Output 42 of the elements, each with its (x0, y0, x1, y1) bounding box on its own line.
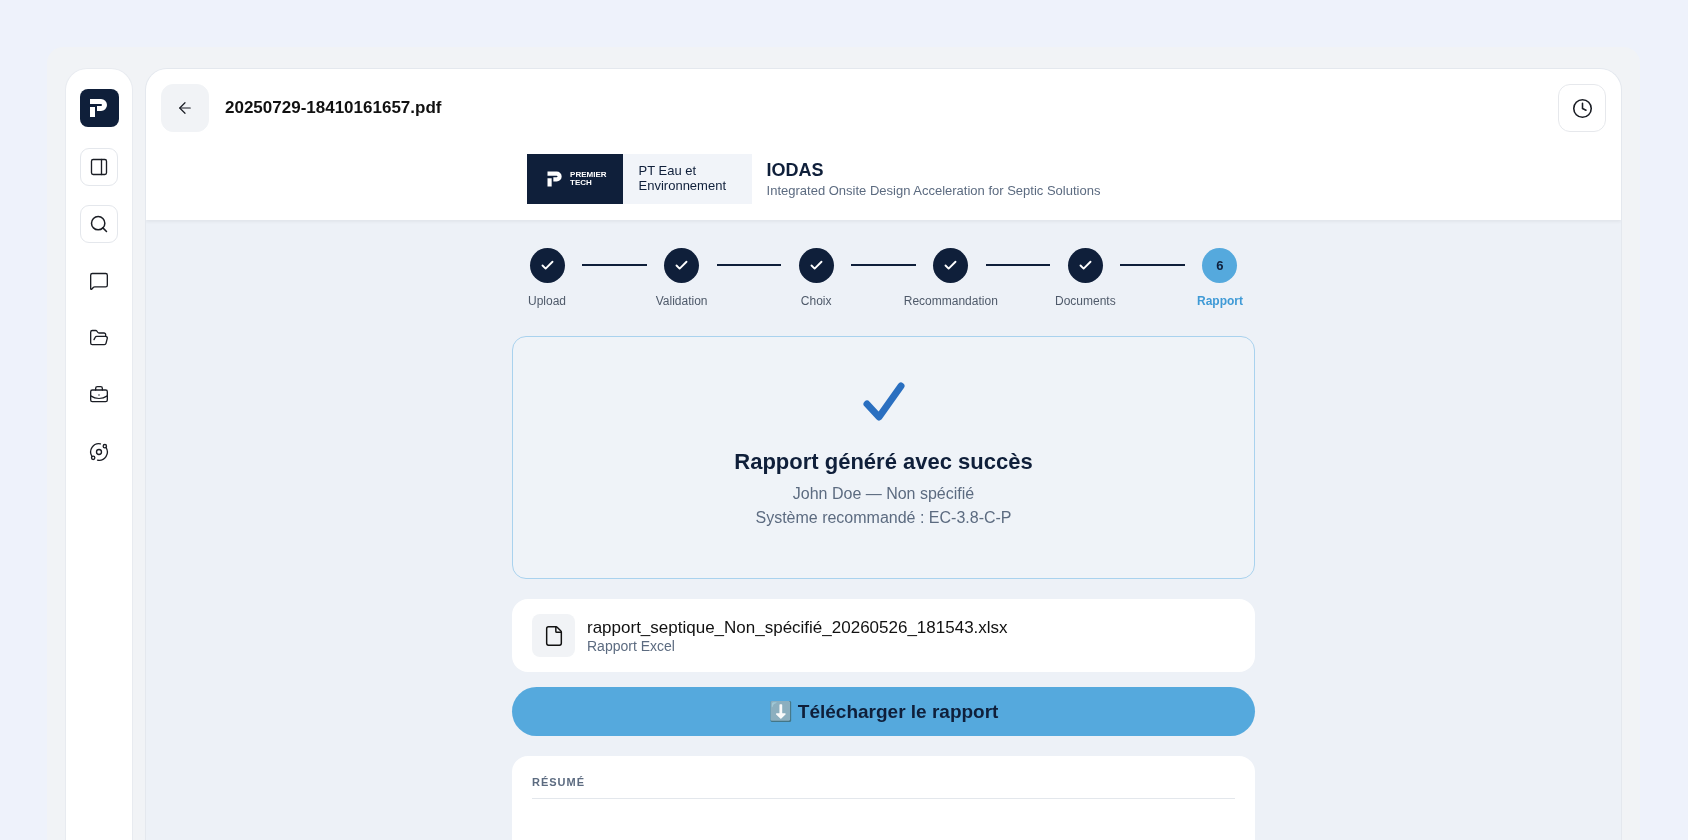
check-icon (539, 258, 555, 273)
company-logo: PREMIER TECH (526, 154, 623, 204)
summary-heading: RÉSUMÉ (532, 776, 1235, 799)
search-button[interactable] (80, 205, 118, 243)
panel-button[interactable] (80, 148, 118, 186)
history-button[interactable] (1558, 84, 1606, 132)
success-title: Rapport généré avec succès (734, 449, 1033, 475)
check-icon (1077, 258, 1093, 273)
step-label: Upload (528, 294, 566, 308)
file-type: Rapport Excel (587, 637, 676, 654)
step-connector (851, 264, 916, 266)
check-icon (674, 258, 690, 273)
step-label: Validation (655, 294, 708, 308)
step-connector (582, 264, 647, 266)
file-title: 20250729-18410161657.pdf (225, 98, 443, 118)
download-button[interactable]: ⬇ Télécharger le rapport (512, 687, 1255, 736)
system-text: Système recommandé : EC-3.8-C-P (755, 509, 1012, 527)
step-label: Choix (800, 294, 832, 308)
search-icon (89, 214, 109, 234)
clock-icon (1571, 97, 1593, 119)
file-icon (532, 614, 575, 657)
client-text: John Doe — Non spécifié (792, 485, 975, 503)
check-icon (808, 258, 824, 273)
step-connector (716, 264, 782, 266)
step-circle: 6 (1202, 248, 1238, 283)
checkmark-icon (861, 381, 906, 423)
briefcase-icon (89, 385, 109, 405)
step-connector (985, 264, 1051, 266)
step-label: Rapport (1196, 294, 1243, 308)
orbit-icon (89, 442, 109, 462)
division-label: PT Eau et Environnement (622, 154, 752, 204)
step-label: Documents (1055, 294, 1116, 308)
app-logo (79, 89, 119, 127)
file-name: rapport_septique_Non_spécifié_20260526_181543.xlsx (587, 617, 1008, 638)
step-label: Recommandation (903, 294, 998, 308)
folder-icon (89, 328, 109, 348)
step-connector (1120, 264, 1185, 266)
panel-icon (89, 157, 109, 177)
check-icon (943, 258, 959, 273)
chat-icon (89, 271, 109, 291)
app-subtitle: Integrated Onsite Design Acceleration for Septic Solutions (766, 183, 1101, 198)
app-title: IODAS (766, 160, 825, 181)
